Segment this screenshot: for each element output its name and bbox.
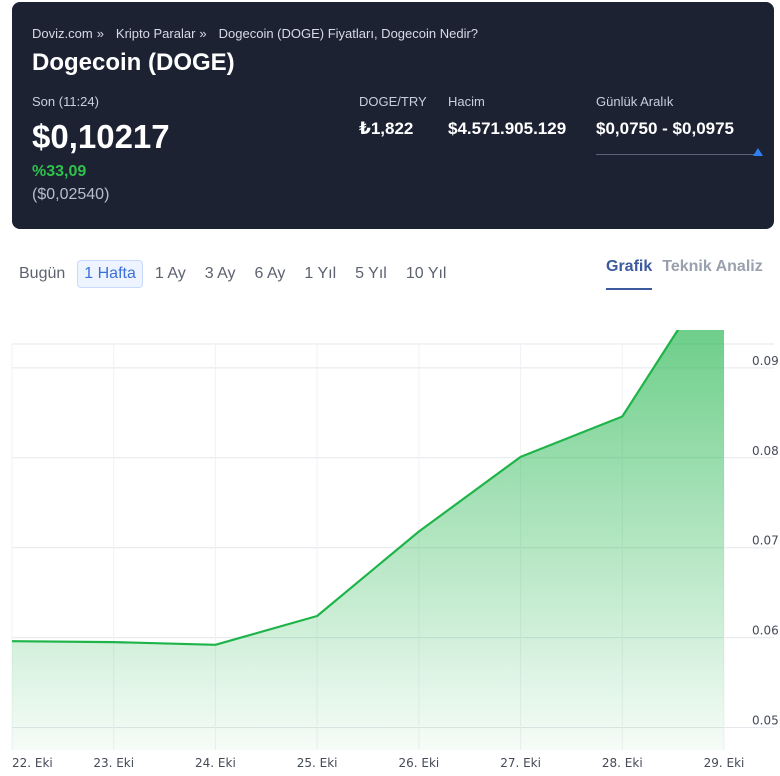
period-tab-5-years[interactable]: 5 Yıl — [348, 260, 394, 288]
period-tab-1-week[interactable]: 1 Hafta — [77, 260, 143, 288]
x-tick-label: 28. Eki — [602, 756, 643, 770]
y-tick-label: 0.09 — [752, 354, 779, 368]
doge-try-label: DOGE/TRY — [359, 94, 427, 109]
y-tick-label: 0.05 — [752, 714, 779, 728]
breadcrumb-separator: » — [96, 26, 104, 41]
change-percent: %33,09 — [32, 163, 87, 180]
x-tick-label: 23. Eki — [93, 756, 134, 770]
breadcrumb: Doviz.com » Kripto Paralar » Dogecoin (D… — [32, 26, 478, 41]
x-tick-label: 25. Eki — [297, 756, 338, 770]
period-tab-3-months[interactable]: 3 Ay — [198, 260, 243, 288]
data-point — [212, 642, 218, 648]
daily-range-value: $0,0750 - $0,0975 — [596, 119, 735, 138]
y-tick-label: 0.06 — [752, 624, 779, 638]
period-tabs: Bugün 1 Hafta 1 Ay 3 Ay 6 Ay 1 Yıl 5 Yıl… — [18, 258, 458, 290]
breadcrumb-link-crypto[interactable]: Kripto Paralar — [116, 26, 195, 41]
x-tick-label: 22. Eki — [12, 756, 53, 770]
breadcrumb-link-home[interactable]: Doviz.com — [32, 26, 93, 41]
period-tab-1-month[interactable]: 1 Ay — [148, 260, 193, 288]
x-tick-label: 27. Eki — [500, 756, 541, 770]
tab-technical-analysis[interactable]: Teknik Analiz — [662, 258, 762, 290]
period-tab-today[interactable]: Bugün — [18, 260, 72, 288]
price-header-card: Doviz.com » Kripto Paralar » Dogecoin (D… — [12, 2, 774, 229]
breadcrumb-link-current[interactable]: Dogecoin (DOGE) Fiyatları, Dogecoin Nedi… — [219, 26, 478, 41]
breadcrumb-separator: » — [199, 26, 207, 41]
y-tick-label: 0.07 — [752, 534, 779, 548]
last-price-value: $0,10217 — [32, 118, 170, 155]
doge-try-value: ₺1,822 — [359, 119, 414, 138]
data-point — [619, 413, 625, 419]
period-tab-1-year[interactable]: 1 Yıl — [297, 260, 343, 288]
page-title: Dogecoin (DOGE) — [32, 49, 235, 76]
volume-label: Hacim — [448, 94, 485, 109]
tab-chart[interactable]: Grafik — [606, 258, 653, 290]
data-point — [9, 638, 15, 644]
daily-range-bar — [596, 154, 762, 155]
price-chart: 0.050.060.070.080.090.122. Eki23. Eki24.… — [9, 330, 779, 770]
period-tab-10-years[interactable]: 10 Yıl — [399, 260, 454, 288]
data-point — [111, 639, 117, 645]
x-tick-label: 26. Eki — [398, 756, 439, 770]
data-point — [416, 529, 422, 535]
x-tick-label: 29. Eki — [704, 756, 745, 770]
change-amount: ($0,02540) — [32, 186, 110, 203]
data-point — [314, 613, 320, 619]
period-tab-6-months[interactable]: 6 Ay — [248, 260, 293, 288]
last-price-label: Son (11:24) — [32, 94, 99, 109]
y-tick-label: 0.08 — [752, 444, 779, 458]
x-tick-label: 24. Eki — [195, 756, 236, 770]
daily-range-label: Günlük Aralık — [596, 94, 674, 109]
view-tabs: Grafik Teknik Analiz — [606, 258, 763, 290]
volume-value: $4.571.905.129 — [448, 119, 567, 138]
range-position-marker-icon — [753, 148, 763, 156]
chart-area-fill — [12, 330, 724, 750]
data-point — [518, 454, 524, 460]
